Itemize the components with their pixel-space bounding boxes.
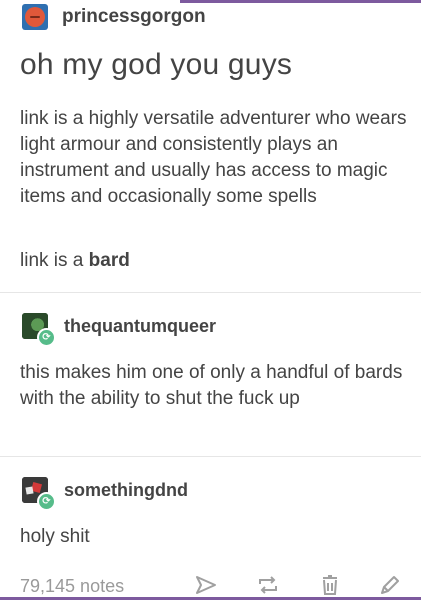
share-icon[interactable] <box>194 574 218 596</box>
avatar[interactable]: ⟳ <box>22 477 56 511</box>
post-heading: oh my god you guys <box>20 48 293 81</box>
reblog-icon[interactable] <box>256 574 280 596</box>
avatar[interactable]: ⟳ <box>22 313 56 347</box>
divider <box>0 456 421 457</box>
post-paragraph: link is a highly versatile adventurer wh… <box>20 108 407 207</box>
edit-icon[interactable] <box>378 574 402 596</box>
post-closing-line: link is a bard <box>20 248 410 274</box>
reblog-badge-icon: ⟳ <box>37 492 56 511</box>
closing-bold-text: bard <box>88 250 130 271</box>
post-header: princessgorgon <box>22 2 206 32</box>
reblog-text: this makes him one of only a handful of … <box>20 362 403 409</box>
delete-icon[interactable] <box>318 574 342 596</box>
reblog-header: ⟳ somethingdnd <box>22 475 188 511</box>
reblog-header: ⟳ thequantumqueer <box>22 311 216 347</box>
post-footer: 79,145 notes <box>0 568 421 600</box>
reblog-badge-icon: ⟳ <box>37 328 56 347</box>
notes-count[interactable]: 79,145 notes <box>20 576 124 597</box>
dice-icon <box>25 486 34 495</box>
username[interactable]: somethingdnd <box>64 480 188 501</box>
closing-text: link is a <box>20 250 89 271</box>
avatar-face-icon <box>25 7 45 27</box>
divider <box>0 292 421 293</box>
username[interactable]: princessgorgon <box>62 6 206 28</box>
top-accent-bar <box>180 0 421 3</box>
username[interactable]: thequantumqueer <box>64 316 216 337</box>
reblog-text: holy shit <box>20 526 90 547</box>
avatar[interactable] <box>22 4 48 30</box>
